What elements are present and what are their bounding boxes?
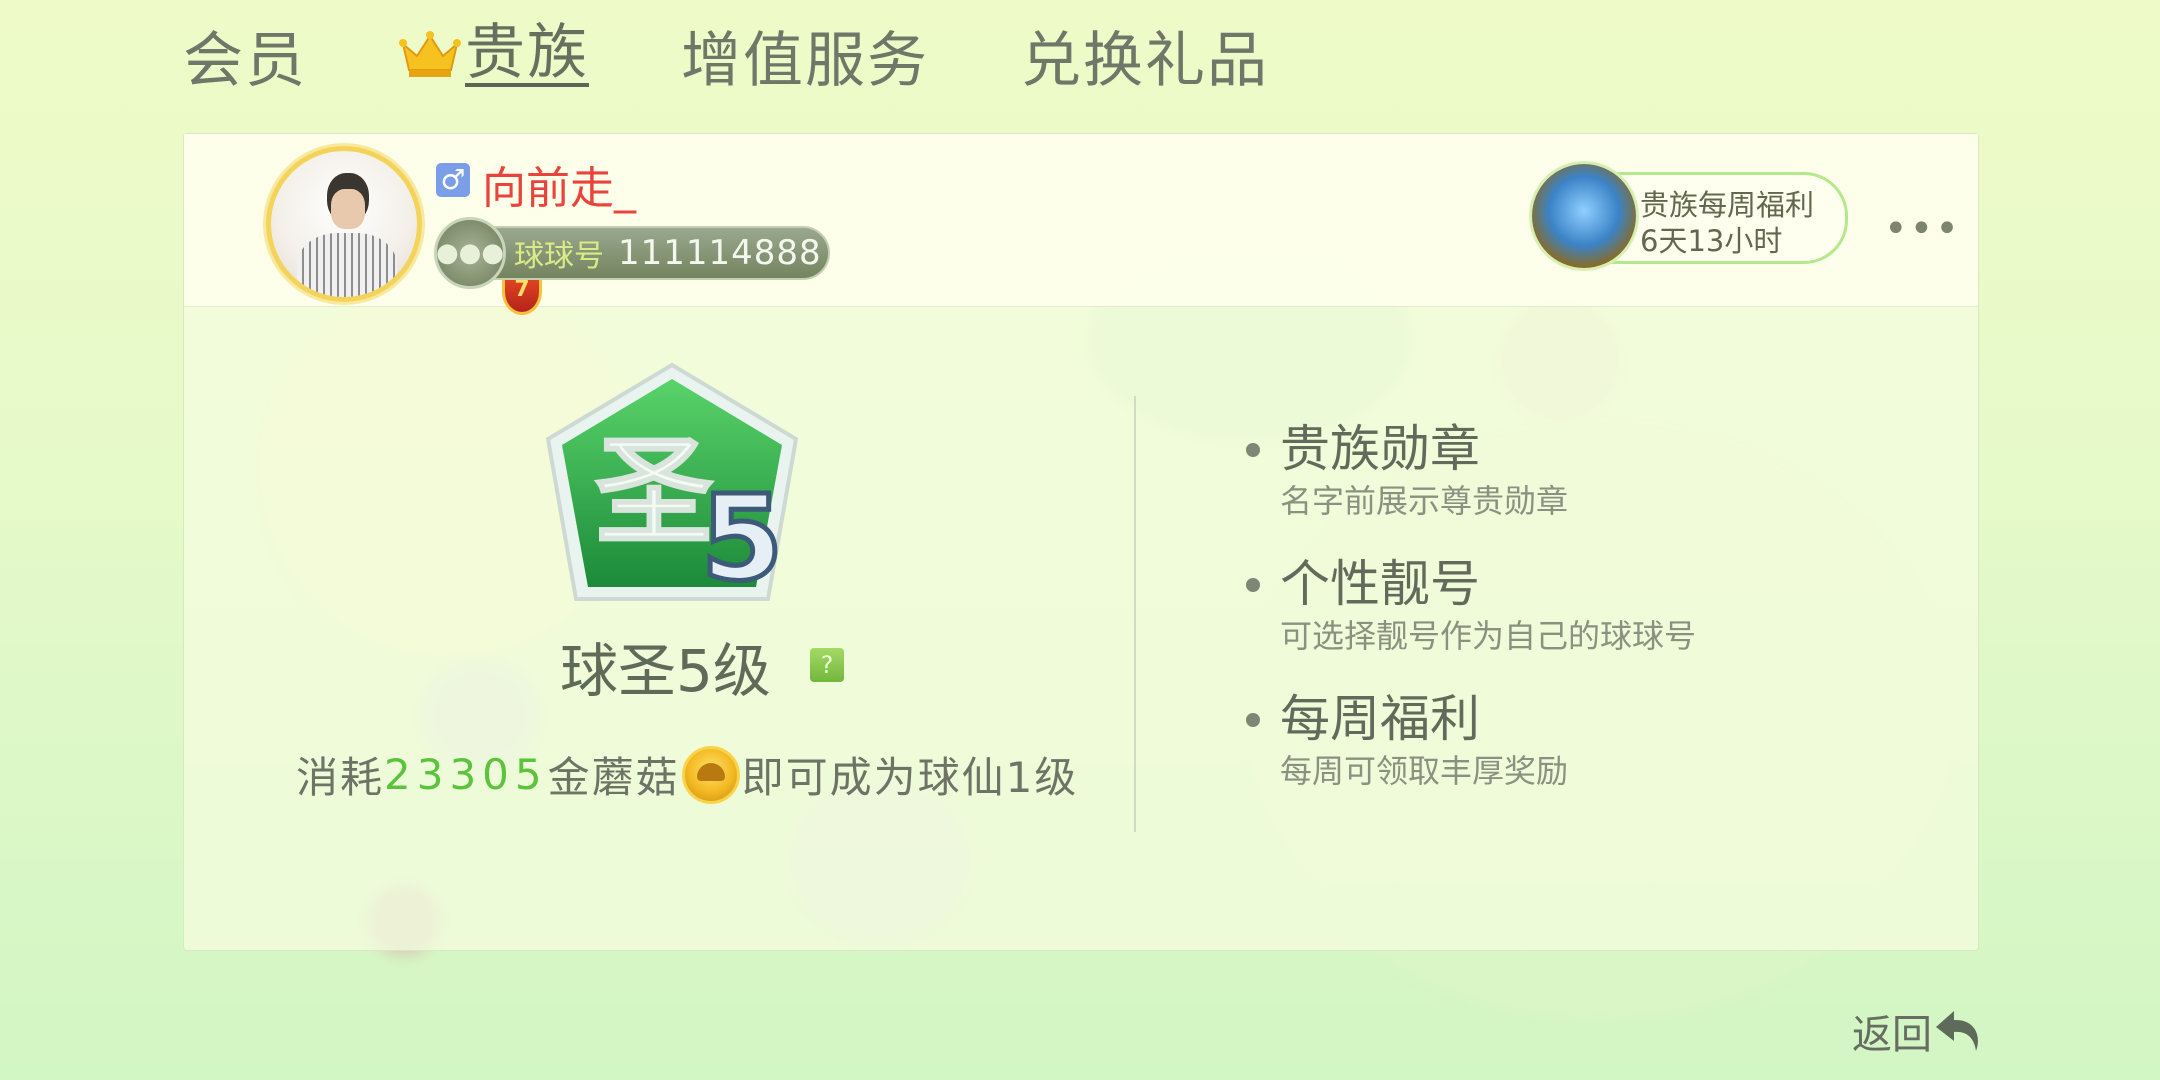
- username: 向前走_: [482, 163, 636, 214]
- vertical-divider: [1134, 396, 1136, 832]
- perk-desc: 每周可领取丰厚奖励: [1280, 752, 1569, 790]
- avatar[interactable]: [266, 146, 422, 302]
- avatar-face: [331, 189, 365, 229]
- tab-noble-label: 贵族: [465, 18, 589, 88]
- perk-desc: 可选择靓号作为自己的球球号: [1280, 617, 1697, 655]
- bullet-icon: [1246, 713, 1260, 727]
- rank-title: 球圣5级: [560, 637, 771, 705]
- cost-prefix: 消耗: [296, 753, 385, 802]
- perk-title: 贵族勋章: [1280, 420, 1480, 478]
- rank-emblem-level: 5: [701, 469, 783, 607]
- profile-header: 7 ♂ 向前走_ ●●● 球球号 111114888 贵族每周福利 6天13小时…: [184, 134, 1978, 315]
- tab-value-added-label: 增值服务: [681, 25, 929, 96]
- treasure-chest-icon[interactable]: [1532, 164, 1636, 268]
- tab-value-added[interactable]: 增值服务: [681, 12, 929, 99]
- noble-panel: 7 ♂ 向前走_ ●●● 球球号 111114888 贵族每周福利 6天13小时…: [183, 133, 1979, 951]
- back-label: 返回: [1852, 1012, 1932, 1058]
- bullet-icon: [1246, 443, 1260, 457]
- perk-item: 每周福利 每周可领取丰厚奖励: [1246, 689, 1569, 793]
- perk-desc: 名字前展示尊贵勋章: [1280, 482, 1569, 520]
- more-options-icon[interactable]: •••: [1884, 206, 1961, 252]
- tab-redeem-gifts-label: 兑换礼品: [1021, 25, 1269, 96]
- avatar-body: [297, 233, 397, 297]
- cost-amount: 23305: [384, 750, 548, 799]
- player-id-label: 球球号: [514, 239, 604, 274]
- perk-item: 个性靓号 可选择靓号作为自己的球球号: [1246, 554, 1697, 658]
- tab-redeem-gifts[interactable]: 兑换礼品: [1021, 12, 1269, 99]
- tab-member-label: 会员: [183, 25, 307, 96]
- cost-suffix: 即可成为球仙1级: [741, 753, 1079, 802]
- bullet-icon: [1246, 578, 1260, 592]
- ball-face-icon: ●●●: [434, 217, 506, 289]
- perk-title: 每周福利: [1280, 690, 1480, 748]
- crown-icon: [399, 31, 461, 77]
- cost-currency: 金蘑菇: [547, 753, 680, 802]
- tab-member[interactable]: 会员: [183, 12, 307, 99]
- player-id-pill: ●●● 球球号 111114888: [434, 217, 830, 289]
- rank-emblem-char: 圣: [595, 423, 713, 561]
- help-icon[interactable]: ?: [810, 648, 844, 682]
- player-id-number: 111114888: [618, 233, 822, 273]
- top-tab-bar: 会员 贵族 增值服务 兑换礼品: [183, 0, 1361, 110]
- upgrade-cost-text: 消耗 23305 金蘑菇 即可成为球仙1级: [296, 744, 1078, 805]
- perk-item: 贵族勋章 名字前展示尊贵勋章: [1246, 419, 1569, 523]
- weekly-benefit-countdown: 6天13小时: [1640, 224, 1783, 258]
- gold-mushroom-icon: [681, 745, 740, 804]
- rank-emblem-icon: 圣 5: [545, 362, 799, 610]
- return-arrow-icon: [1936, 1011, 1978, 1051]
- tab-noble[interactable]: 贵族: [399, 23, 589, 87]
- back-button[interactable]: 返回: [1852, 1002, 1984, 1060]
- male-icon: ♂: [436, 163, 470, 197]
- perk-title: 个性靓号: [1280, 555, 1480, 613]
